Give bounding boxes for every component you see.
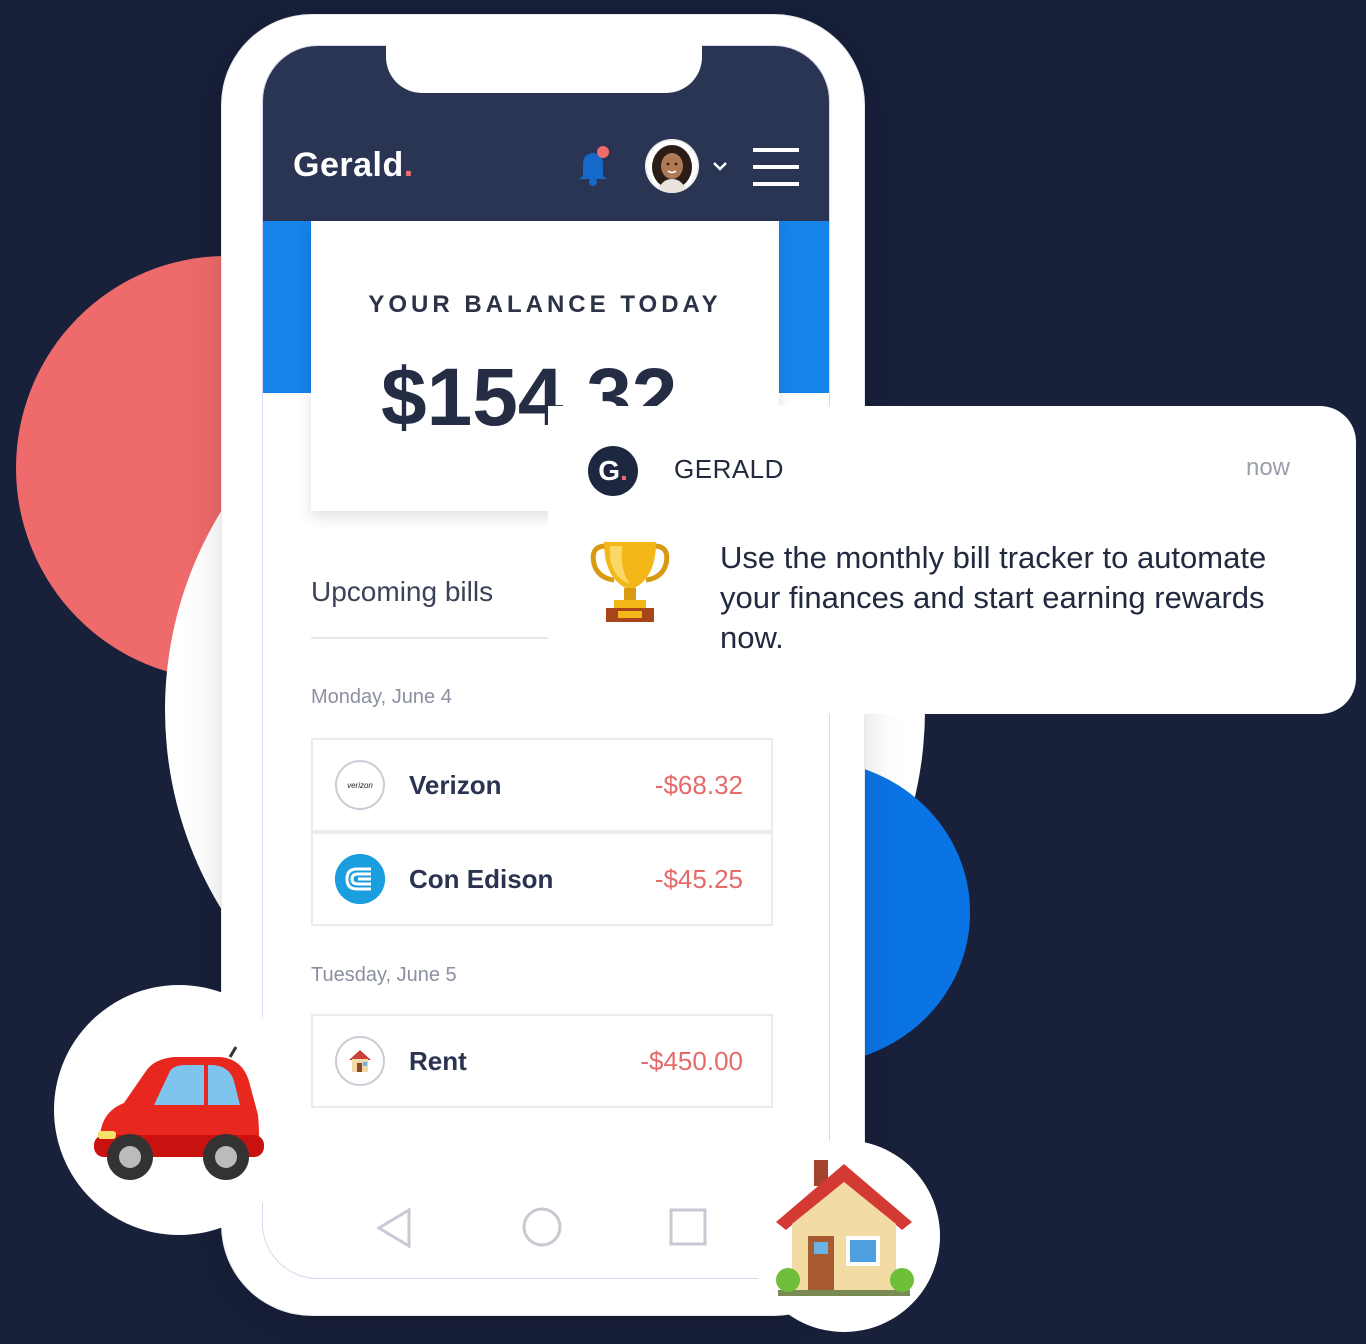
phone-notch bbox=[386, 45, 702, 93]
bill-name: Verizon bbox=[409, 770, 502, 800]
house-icon bbox=[335, 1036, 385, 1086]
car-badge bbox=[54, 985, 304, 1235]
verizon-logo-icon: verizon bbox=[335, 760, 385, 810]
balance-label: YOUR BALANCE TODAY bbox=[368, 291, 722, 318]
bill-row-con-edison[interactable]: Con Edison -$45.25 bbox=[311, 832, 773, 926]
chevron-down-icon[interactable] bbox=[711, 158, 729, 177]
con-edison-logo-icon bbox=[335, 854, 385, 904]
house-badge bbox=[748, 1140, 940, 1332]
hamburger-menu-icon[interactable] bbox=[753, 146, 799, 192]
house-icon bbox=[776, 1160, 914, 1296]
back-nav-icon[interactable] bbox=[375, 1206, 415, 1254]
gerald-app-icon: G. bbox=[588, 446, 638, 496]
home-nav-icon[interactable] bbox=[521, 1206, 563, 1252]
trophy-icon bbox=[588, 538, 672, 630]
bill-date-heading: Tuesday, June 5 bbox=[311, 964, 457, 986]
notification-time: now bbox=[1245, 454, 1290, 481]
avatar[interactable] bbox=[645, 139, 699, 193]
bell-icon[interactable] bbox=[573, 146, 615, 192]
car-icon bbox=[94, 1046, 264, 1180]
bill-row-rent[interactable]: Rent -$450.00 bbox=[311, 1014, 773, 1108]
notification-title: GERALD bbox=[674, 454, 784, 484]
brand-logo[interactable]: Gerald. bbox=[293, 146, 414, 185]
bill-amount: -$450.00 bbox=[640, 1046, 743, 1076]
bill-amount: -$68.32 bbox=[654, 770, 743, 800]
bill-name: Rent bbox=[409, 1046, 467, 1076]
recents-nav-icon[interactable] bbox=[669, 1208, 707, 1250]
bill-amount: -$45.25 bbox=[654, 864, 743, 894]
bill-name: Con Edison bbox=[409, 864, 554, 894]
bill-date-heading: Monday, June 4 bbox=[311, 686, 452, 708]
bill-row-verizon[interactable]: verizon Verizon -$68.32 bbox=[311, 738, 773, 832]
notification-message: Use the monthly bill tracker to automate… bbox=[720, 540, 1267, 655]
upcoming-bills-title: Upcoming bills bbox=[311, 576, 494, 607]
push-notification[interactable]: G. GERALD now Use the monthly bill track… bbox=[548, 406, 1356, 714]
